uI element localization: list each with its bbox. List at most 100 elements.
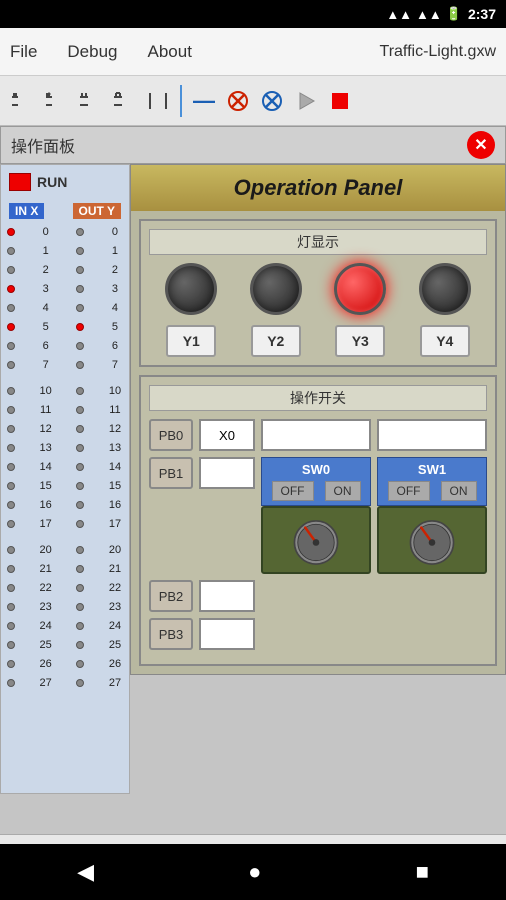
sw1-container: SW1 OFF ON [377,457,487,574]
status-time: 2:37 [468,6,496,22]
in-num-21: 21 [38,563,54,575]
in-num-12: 12 [38,423,54,435]
io-header-in: IN X [9,203,44,219]
close-icon: ✕ [474,135,487,155]
in-dot-4 [7,304,15,312]
out-dot-24 [76,622,84,630]
toolbar-icon-2[interactable] [42,87,70,115]
toolbar-stop[interactable] [326,87,354,115]
pb2-button[interactable]: PB2 [149,580,193,612]
empty-box-2 [377,419,487,451]
sw1-on-button[interactable]: ON [441,481,477,501]
in-num-0: 0 [38,226,54,238]
out-num-22: 22 [107,582,123,594]
out-num-11: 11 [107,404,123,416]
switch-section: 操作开关 PB0 X0 PB1 SW0 OFF ON [139,375,497,666]
io-row: 25 25 [5,636,125,654]
io-row: 12 12 [5,420,125,438]
in-num-24: 24 [38,620,54,632]
out-dot-26 [76,660,84,668]
pb3-input [199,618,255,650]
out-dot-21 [76,565,84,573]
toolbar-icon-4[interactable] [110,87,138,115]
in-num-2: 2 [38,264,54,276]
sw1-dial[interactable] [377,506,487,574]
in-num-27: 27 [38,677,54,689]
toolbar-icon-1[interactable] [8,87,36,115]
in-dot-16 [7,501,15,509]
light-label-y2[interactable]: Y2 [251,325,301,357]
out-dot-4 [76,304,84,312]
home-button[interactable]: ● [248,859,261,885]
in-num-23: 23 [38,601,54,613]
sw0-buttons: OFF ON [266,481,366,501]
in-dot-1 [7,247,15,255]
toolbar: — [0,76,506,126]
in-num-11: 11 [38,404,54,416]
pb3-button[interactable]: PB3 [149,618,193,650]
sw0-off-button[interactable]: OFF [272,481,314,501]
pb0-button[interactable]: PB0 [149,419,193,451]
toolbar-icon-3[interactable] [76,87,104,115]
in-dot-5 [7,323,15,331]
io-spacer [5,374,125,382]
in-dot-3 [7,285,15,293]
back-button[interactable]: ◀ [77,859,94,885]
menu-file[interactable]: File [10,42,37,62]
run-label: RUN [37,174,67,190]
op-panel-title: Operation Panel [234,175,403,200]
menu-about[interactable]: About [148,42,192,62]
out-dot-27 [76,679,84,687]
toolbar-red-x[interactable] [224,87,252,115]
pb1-button[interactable]: PB1 [149,457,193,489]
io-row: 24 24 [5,617,125,635]
toolbar-play[interactable] [292,87,320,115]
traffic-light-4[interactable] [419,263,471,315]
in-dot-14 [7,463,15,471]
io-row: 20 20 [5,541,125,559]
traffic-light-2[interactable] [250,263,302,315]
toolbar-icon-5[interactable] [144,87,172,115]
x0-input[interactable]: X0 [199,419,255,451]
run-led [9,173,31,191]
out-num-12: 12 [107,423,123,435]
out-dot-17 [76,520,84,528]
close-button[interactable]: ✕ [467,131,495,159]
out-dot-2 [76,266,84,274]
toolbar-blue-x[interactable] [258,87,286,115]
sw0-dial-svg [287,511,345,569]
menu-debug[interactable]: Debug [67,42,117,62]
sw0-dial[interactable] [261,506,371,574]
out-dot-25 [76,641,84,649]
sw1-off-button[interactable]: OFF [388,481,430,501]
out-num-5: 5 [107,321,123,333]
out-dot-13 [76,444,84,452]
sw0-container: SW0 OFF ON [261,457,371,574]
in-num-26: 26 [38,658,54,670]
light-label-y3[interactable]: Y3 [335,325,385,357]
light-label-y4[interactable]: Y4 [420,325,470,357]
out-dot-23 [76,603,84,611]
in-dot-12 [7,425,15,433]
light-label-y1[interactable]: Y1 [166,325,216,357]
wifi-icon: ▲▲ [386,7,412,22]
io-rows-10-17: 10 10 11 11 12 12 13 13 [5,382,125,533]
in-dot-20 [7,546,15,554]
io-row: 5 5 [5,318,125,336]
traffic-light-1[interactable] [165,263,217,315]
sw1-buttons: OFF ON [382,481,482,501]
toolbar-blue-minus[interactable]: — [190,87,218,115]
in-dot-21 [7,565,15,573]
op-panel-header: Operation Panel [131,165,505,211]
out-num-17: 17 [107,518,123,530]
io-row: 17 17 [5,515,125,533]
out-dot-11 [76,406,84,414]
recents-button[interactable]: ■ [416,859,429,885]
sw0-on-button[interactable]: ON [325,481,361,501]
out-dot-0 [76,228,84,236]
nav-bar: ◀ ● ■ [0,844,506,900]
io-row: 11 11 [5,401,125,419]
traffic-light-3[interactable] [334,263,386,315]
in-num-17: 17 [38,518,54,530]
io-row: 0 0 [5,223,125,241]
